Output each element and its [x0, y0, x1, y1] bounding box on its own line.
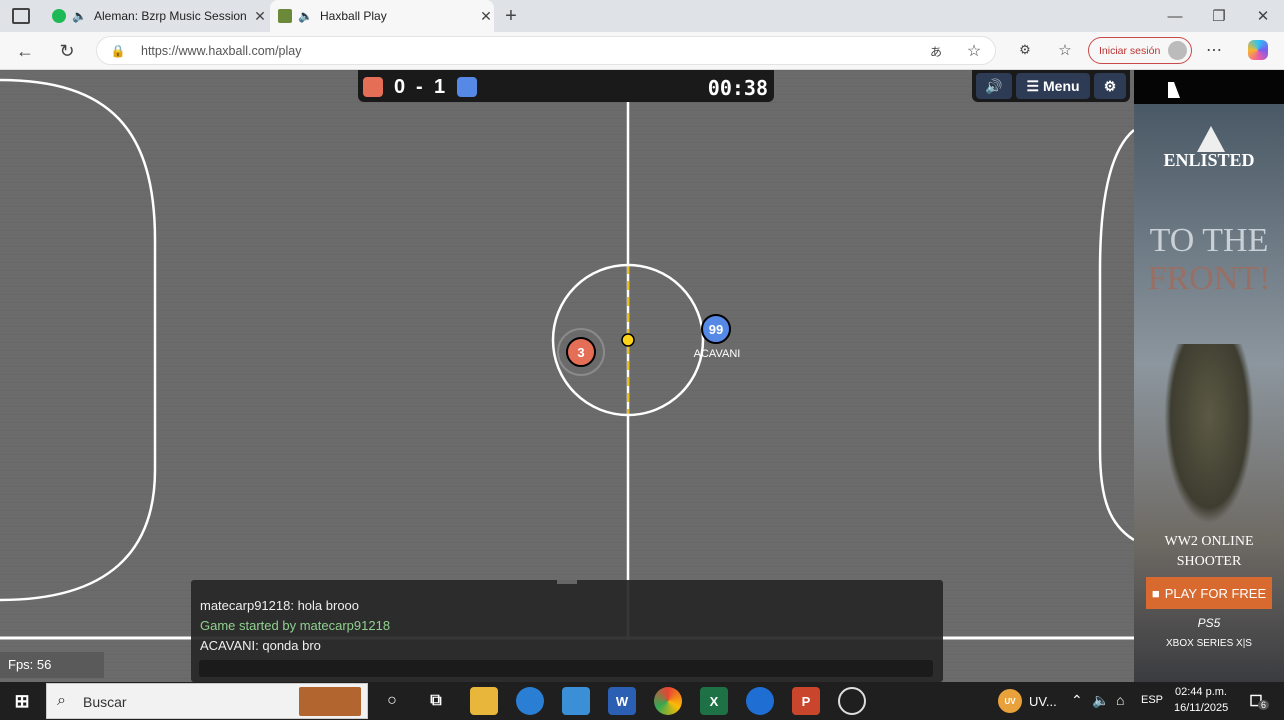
tray-chevron-icon[interactable]: ⌃ [1071, 692, 1083, 709]
search-label: Buscar [83, 694, 127, 710]
ball [621, 333, 635, 347]
ad-tagline-1: WW2 ONLINE [1164, 534, 1254, 549]
chat-panel: matecarp91218: hola brooo Game started b… [191, 580, 943, 682]
ad-platform-ps5: PS5 [1197, 616, 1221, 630]
spotify-icon [52, 9, 66, 23]
player-red-number: 3 [577, 345, 584, 360]
excel-icon[interactable]: X [700, 687, 728, 715]
login-button[interactable]: Iniciar sesión [1088, 37, 1192, 64]
settings-button[interactable]: ⚙ [1094, 73, 1126, 99]
reload-icon[interactable]: ↻ [56, 40, 78, 62]
score-red: 0 [394, 76, 406, 98]
haxball-icon [278, 9, 292, 23]
task-view-icon[interactable]: ⧉ [422, 687, 450, 715]
search-highlight-image [299, 687, 361, 716]
top-strip [1134, 70, 1284, 104]
chat-resize-handle[interactable] [557, 580, 577, 584]
blue-team-icon [457, 77, 477, 97]
speaker-icon: 🔊 [985, 77, 1003, 94]
red-team-icon [363, 77, 383, 97]
clock-time[interactable]: 02:44 p.m. [1175, 686, 1227, 698]
ad-headline-2: FRONT! [1147, 260, 1271, 297]
menu-button[interactable]: ☰ Menu [1016, 73, 1090, 99]
weather-icon[interactable]: UV [998, 689, 1022, 713]
speaker-icon[interactable]: 🔈 [72, 9, 87, 23]
volume-icon[interactable]: 🔈 [1092, 692, 1109, 709]
edge-icon[interactable] [516, 687, 544, 715]
back-icon[interactable]: ← [14, 40, 36, 62]
windows-taskbar: ⊞ ⌕ Buscar ○ ⧉ W X P UV UV... ⌃ 🔈 ⌂ ESP … [0, 682, 1284, 720]
browser-tab-strip: 🔈 Aleman: Bzrp Music Session ✕ 🔈 Haxball… [0, 0, 1284, 32]
menu-label: Menu [1043, 78, 1080, 94]
tab-haxball[interactable]: 🔈 Haxball Play ✕ [270, 0, 494, 32]
url-field[interactable]: 🔒 https://www.haxball.com/play あ ☆ [96, 36, 996, 65]
cta-label: PLAY FOR FREE [1164, 585, 1267, 601]
taskbar-search[interactable]: ⌕ Buscar [46, 683, 368, 719]
notification-count: 6 [1258, 700, 1270, 710]
avatar [1168, 41, 1187, 60]
clock-date[interactable]: 16/11/2025 [1174, 702, 1228, 714]
play-for-free-button[interactable]: ■ PLAY FOR FREE [1146, 577, 1272, 609]
word-icon[interactable]: W [608, 687, 636, 715]
windows-icon: ■ [1151, 585, 1160, 601]
ad-banner[interactable]: ENLISTED TO THE FRONT! WW2 ONLINE SHOOTE… [1134, 104, 1284, 682]
speaker-icon[interactable]: 🔈 [298, 9, 313, 23]
close-tab-icon[interactable]: ✕ [252, 8, 268, 25]
new-tab-icon[interactable]: + [500, 5, 522, 27]
gear-icon: ⚙ [1103, 77, 1117, 94]
powerpoint-icon[interactable]: P [792, 687, 820, 715]
translate-icon[interactable]: あ [927, 43, 945, 59]
favorites-icon[interactable]: ☆ [1056, 41, 1074, 59]
store-icon[interactable] [562, 687, 590, 715]
minimize-icon[interactable]: — [1166, 8, 1184, 25]
hamburger-icon: ☰ [1026, 77, 1039, 94]
chat-system-message: Game started by matecarp91218 [200, 618, 391, 633]
weather-label[interactable]: UV... [1029, 694, 1057, 709]
file-explorer-icon[interactable] [470, 687, 498, 715]
start-button[interactable]: ⊞ [8, 687, 36, 715]
login-label: Iniciar sesión [1099, 44, 1161, 57]
score-separator: - [416, 76, 423, 98]
chat-message: matecarp91218: hola brooo [200, 598, 360, 613]
soldier-image [1164, 344, 1254, 524]
game-controls: 🔊 ☰ Menu ⚙ [972, 70, 1130, 102]
mouse-cursor-icon [1168, 82, 1180, 98]
tab-actions-icon[interactable] [12, 8, 30, 24]
sound-button[interactable]: 🔊 [976, 73, 1012, 99]
ad-brand: ENLISTED [1163, 150, 1255, 170]
chrome-icon[interactable] [654, 687, 682, 715]
extensions-icon[interactable]: ⚙ [1016, 41, 1034, 59]
close-tab-icon[interactable]: ✕ [478, 8, 494, 25]
restore-icon[interactable]: ❐ [1210, 8, 1228, 25]
match-timer: 00:38 [707, 76, 768, 100]
scoreboard: 0 - 1 00:38 [358, 70, 774, 102]
language-label[interactable]: ESP [1141, 694, 1163, 706]
more-icon[interactable]: ⋯ [1204, 41, 1224, 59]
search-icon: ⌕ [57, 692, 66, 709]
ad-tagline-2: SHOOTER [1176, 554, 1242, 569]
address-bar-area: ← ↻ 🔒 https://www.haxball.com/play あ ☆ ⚙… [0, 32, 1284, 70]
player-blue-number: 99 [709, 322, 723, 337]
url-text: https://www.haxball.com/play [141, 44, 302, 58]
enlisted-emblem-icon [1197, 126, 1225, 152]
ad-headline-1: TO THE [1149, 222, 1269, 259]
cortana-icon[interactable]: ○ [378, 687, 406, 715]
score-blue: 1 [434, 76, 446, 98]
network-icon[interactable]: ⌂ [1116, 692, 1124, 708]
chat-message: ACAVANI: qonda bro [200, 638, 321, 653]
player-blue-name: ACAVANI [694, 348, 741, 360]
close-window-icon[interactable]: ✕ [1254, 8, 1272, 25]
tab-title: Aleman: Bzrp Music Session [94, 9, 247, 23]
player-red: 3 [566, 337, 596, 367]
recorder-icon[interactable] [838, 687, 866, 715]
tab-music[interactable]: 🔈 Aleman: Bzrp Music Session ✕ [44, 0, 268, 32]
lock-icon[interactable]: 🔒 [111, 43, 126, 59]
favorite-star-icon[interactable]: ☆ [965, 42, 983, 60]
tab-title: Haxball Play [320, 9, 387, 23]
copilot-icon[interactable] [1248, 40, 1268, 60]
teamviewer-icon[interactable] [746, 687, 774, 715]
fps-counter: Fps: 56 [0, 652, 104, 678]
ad-platform-xbox: XBOX SERIES X|S [1166, 638, 1252, 649]
chat-input[interactable] [199, 660, 933, 677]
